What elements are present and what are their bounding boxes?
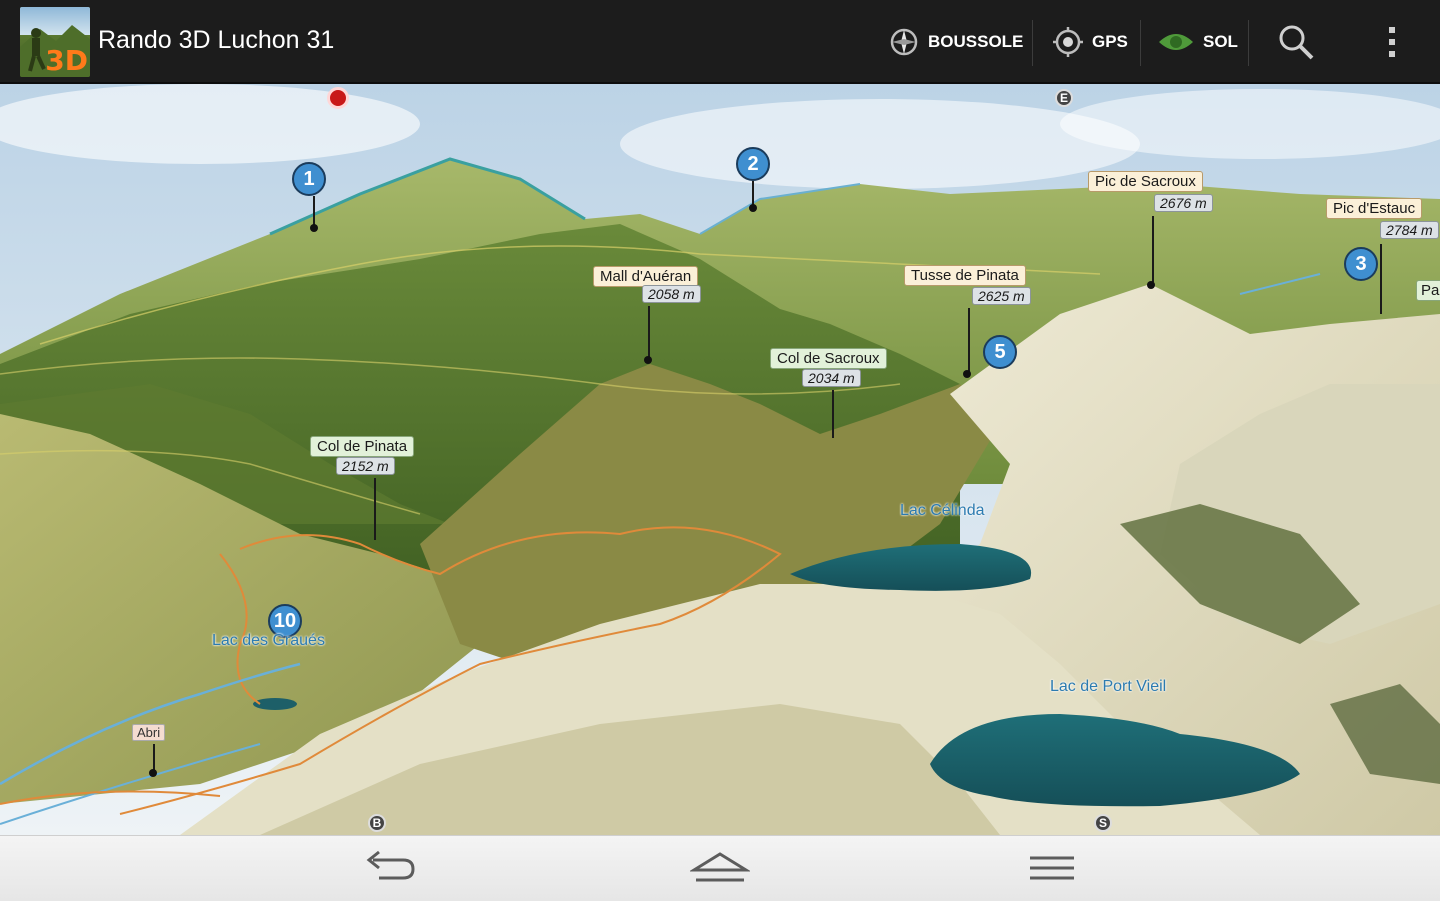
gps-target-icon [1053, 27, 1083, 57]
summit-elevation: 2625 m [972, 287, 1031, 305]
waypoint-stem [752, 181, 754, 205]
search-icon [1279, 25, 1314, 60]
shelter-label[interactable]: Abri [132, 724, 166, 741]
compass-button[interactable]: BOUSSOLE [888, 22, 1023, 62]
eye-icon [1159, 34, 1193, 50]
waypoint-3[interactable]: 3 [1344, 247, 1378, 281]
overflow-menu-icon [1389, 27, 1395, 57]
pass-elevation: 2152 m [336, 457, 395, 475]
waypoint-2[interactable]: 2 [736, 147, 770, 181]
action-divider [1032, 20, 1033, 66]
waypoint-stem [313, 196, 315, 226]
home-button[interactable] [688, 848, 752, 888]
summit-label-pic-estauc[interactable]: Pic d'Estauc [1326, 198, 1423, 219]
pass-stem [832, 390, 834, 438]
waypoint-anchor [749, 204, 757, 212]
lake-label-port-vieil[interactable]: Lac de Port Vieil [1050, 678, 1166, 696]
gps-label: GPS [1092, 32, 1128, 51]
overflow-menu-button[interactable] [1376, 22, 1408, 62]
edge-summit-tag[interactable]: Pa [1416, 280, 1440, 301]
action-divider [1248, 20, 1249, 66]
app-badge: 3D [45, 44, 88, 77]
lake-label-graues[interactable]: Lac des Graués [212, 632, 325, 650]
summit-stem [1380, 244, 1382, 314]
summit-stem [648, 306, 650, 358]
home-icon [688, 852, 752, 882]
app-title: Rando 3D Luchon 31 [98, 26, 335, 54]
gps-button[interactable]: GPS [1052, 22, 1128, 62]
summit-stem [968, 308, 970, 372]
action-divider [1140, 20, 1141, 66]
back-icon [366, 850, 415, 880]
summit-elevation: 2784 m [1380, 221, 1439, 239]
summit-stem [1152, 216, 1154, 282]
pass-label-col-de-sacroux[interactable]: Col de Sacroux [770, 348, 887, 369]
terrain-render [0, 84, 1440, 835]
waypoint-5[interactable]: 5 [983, 335, 1017, 369]
shelter-stem [153, 744, 155, 770]
pass-label-col-de-pinata[interactable]: Col de Pinata [310, 436, 415, 457]
compass-north-marker [327, 87, 349, 109]
summit-label-mall-aueran[interactable]: Mall d'Auéran [593, 266, 699, 287]
waypoint-anchor [310, 224, 318, 232]
system-nav-bar [0, 835, 1440, 901]
direction-marker-east: E [1055, 89, 1073, 107]
ground-label: SOL [1203, 32, 1238, 51]
menu-icon [1030, 856, 1074, 880]
summit-anchor [963, 370, 971, 378]
summit-anchor [644, 356, 652, 364]
compass-icon [890, 28, 918, 56]
direction-marker-b: B [368, 814, 386, 832]
app-logo-icon[interactable]: 3D [20, 7, 90, 77]
pass-elevation: 2034 m [802, 369, 861, 387]
summit-label-tusse-de-pinata[interactable]: Tusse de Pinata [904, 265, 1026, 286]
summit-anchor [1147, 281, 1155, 289]
pass-stem [374, 478, 376, 540]
search-button[interactable] [1276, 22, 1316, 62]
summit-elevation: 2058 m [642, 285, 701, 303]
ground-button[interactable]: SOL [1157, 22, 1238, 62]
waypoint-1[interactable]: 1 [292, 162, 326, 196]
summit-elevation: 2676 m [1154, 194, 1213, 212]
map-3d-view[interactable]: E S B 1 2 3 5 10 Pic de Sacroux 2676 m P… [0, 84, 1440, 835]
action-bar: 3D Rando 3D Luchon 31 BOUSSOLE GPS SOL [0, 0, 1440, 84]
shelter-anchor [149, 769, 157, 777]
back-button[interactable] [359, 848, 419, 888]
compass-label: BOUSSOLE [928, 32, 1024, 51]
menu-button[interactable] [1022, 848, 1082, 888]
direction-marker-south: S [1094, 814, 1112, 832]
summit-label-pic-de-sacroux[interactable]: Pic de Sacroux [1088, 171, 1203, 192]
lake-label-celinda[interactable]: Lac Célinda [900, 502, 985, 520]
